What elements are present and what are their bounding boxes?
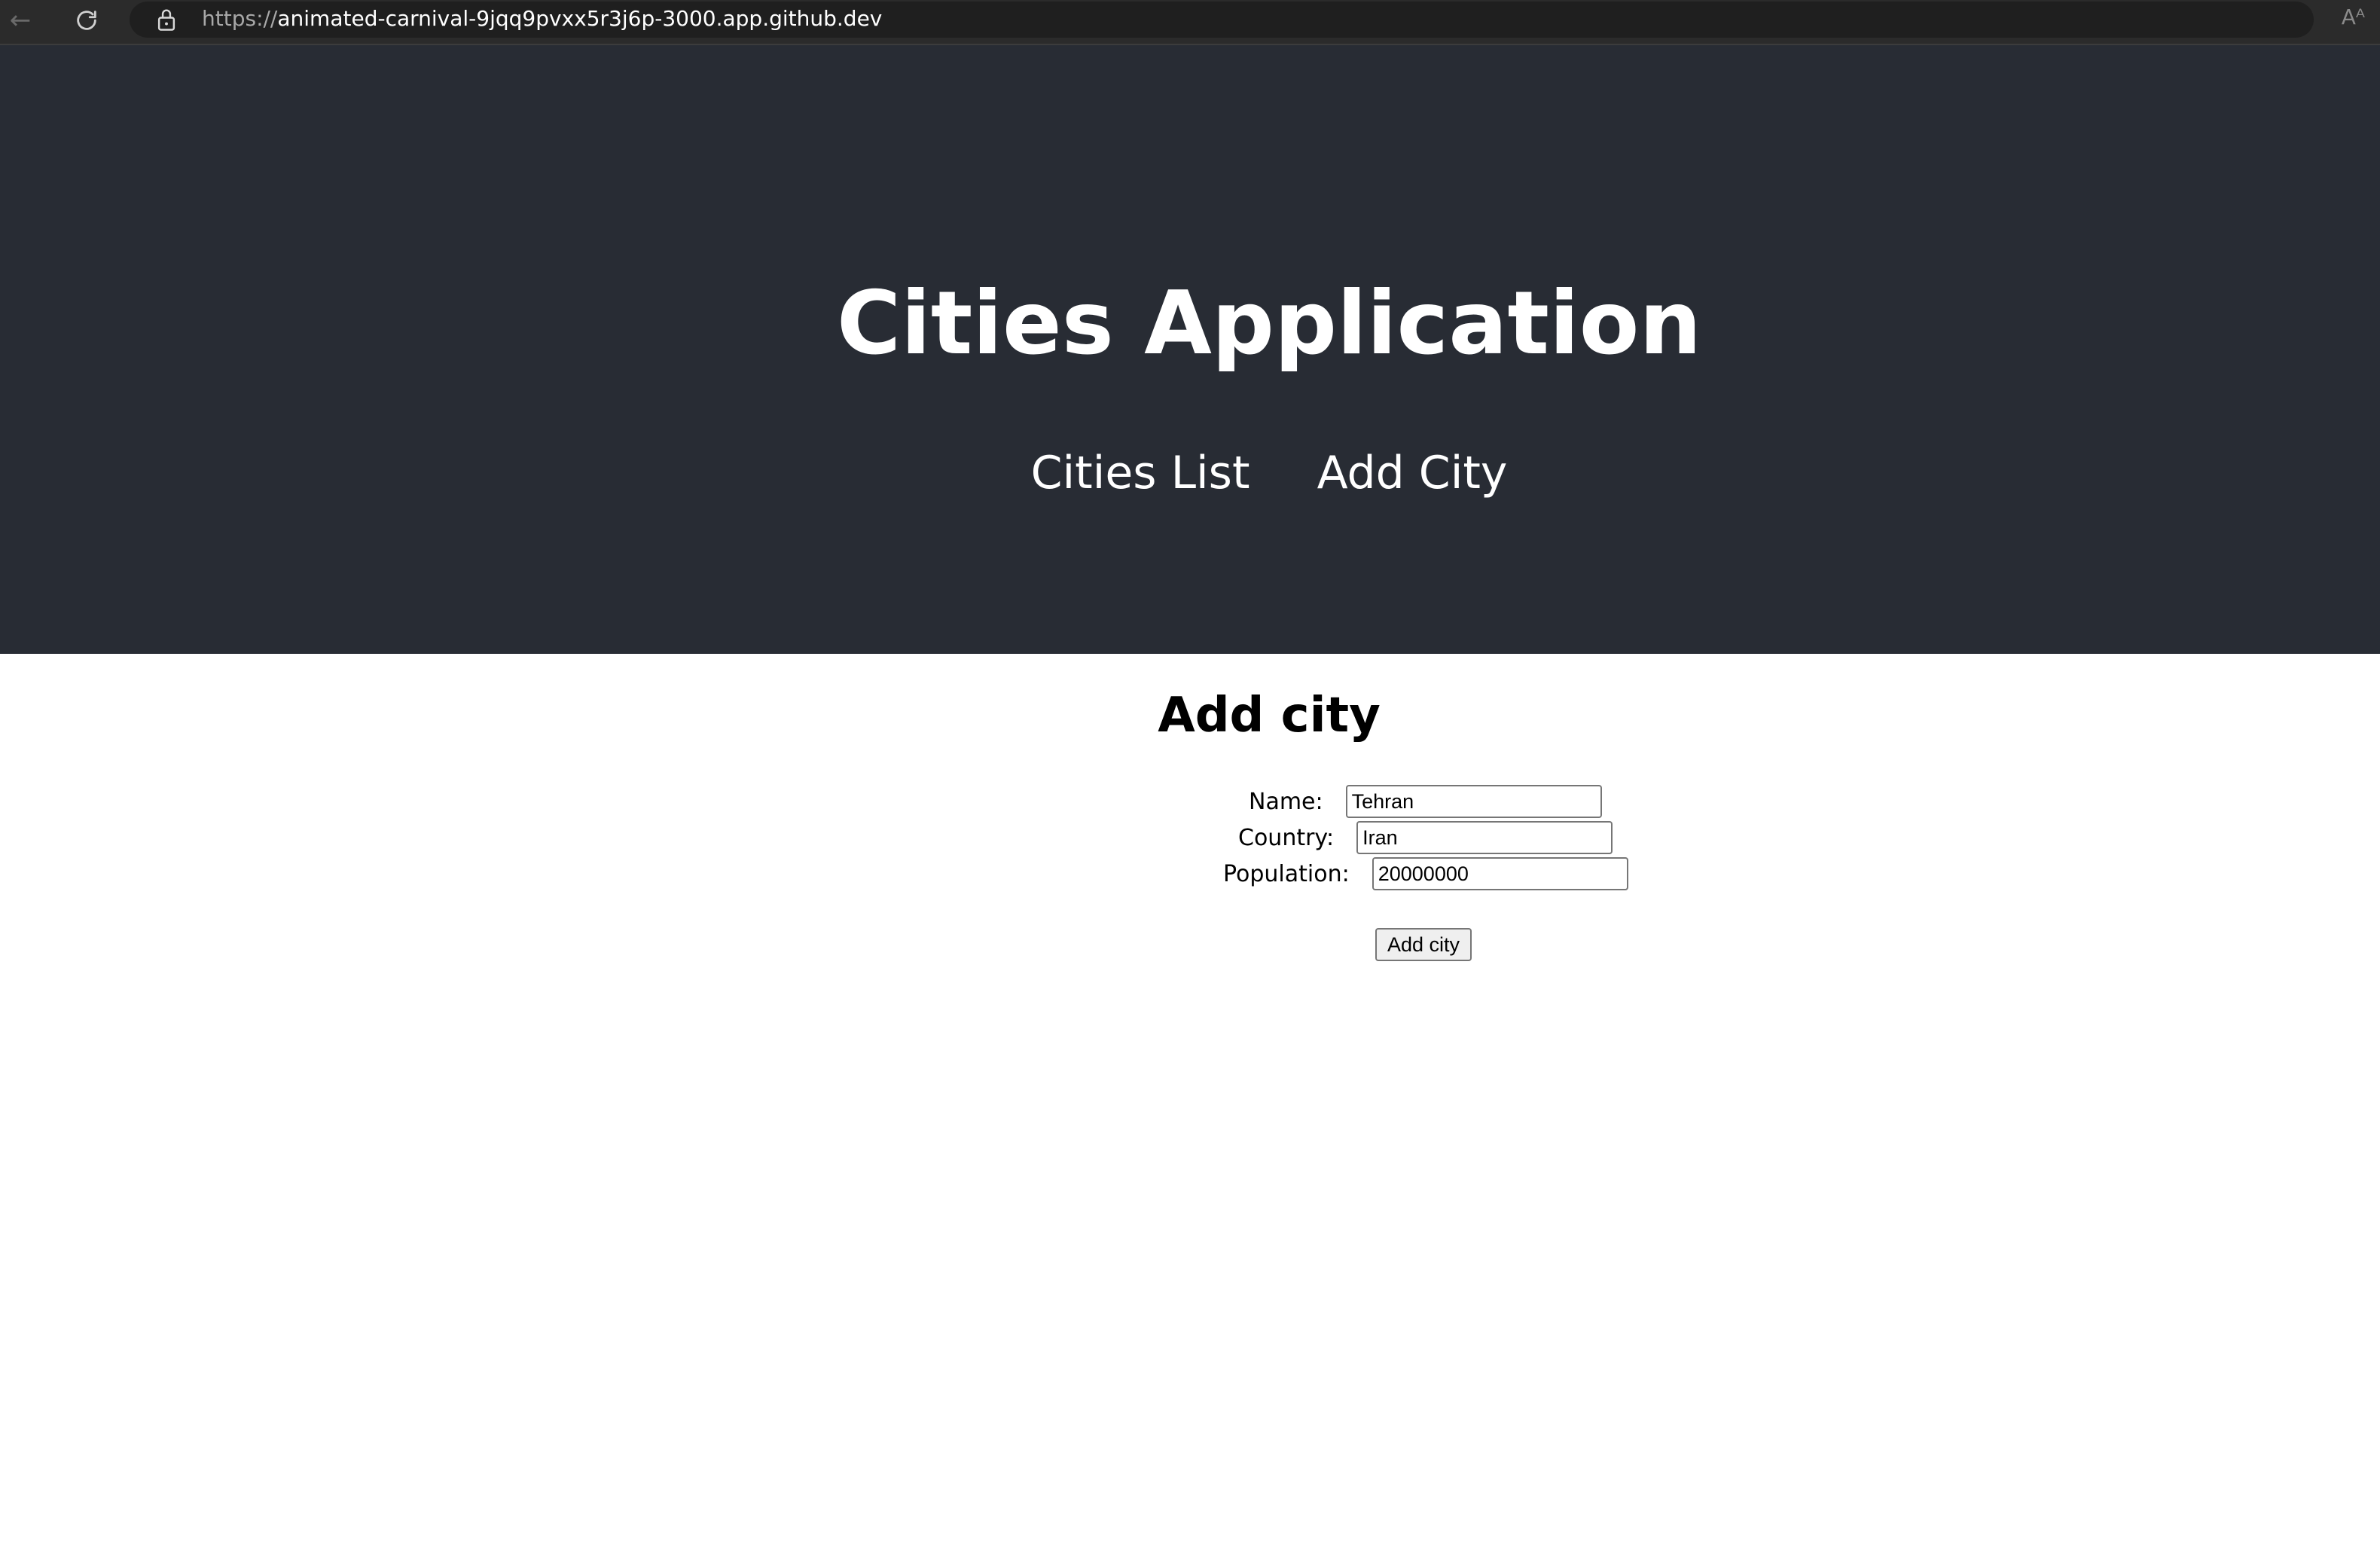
app-title: Cities Application — [836, 273, 1702, 374]
app-header: Cities Application Cities List Add City — [0, 45, 2380, 654]
url-scheme: https:// — [202, 6, 278, 31]
back-arrow-icon[interactable]: ← — [2, 3, 39, 38]
main-nav: Cities List Add City — [0, 443, 2380, 503]
browser-toolbar: ← https://animated-carnival-9jqq9pvxx5r3… — [0, 0, 2380, 45]
name-input[interactable] — [1345, 785, 1602, 818]
population-label: Population: — [1223, 860, 1350, 887]
reload-icon[interactable] — [68, 3, 105, 38]
nav-link-cities-list[interactable]: Cities List — [1031, 443, 1250, 503]
population-input[interactable] — [1372, 857, 1628, 890]
lock-icon[interactable] — [155, 8, 178, 32]
url-host: animated-carnival-9jqq9pvxx5r3j6p-3000.a… — [277, 6, 883, 31]
nav-link-add-city[interactable]: Add City — [1317, 443, 1508, 503]
form-heading: Add city — [1158, 688, 1381, 743]
read-aloud-icon[interactable]: Aᴬ — [2342, 5, 2365, 29]
name-label: Name: — [1249, 788, 1323, 815]
country-label: Country: — [1238, 824, 1335, 851]
add-city-button[interactable]: Add city — [1375, 928, 1472, 961]
population-row: Population: — [1223, 857, 1628, 890]
country-row: Country: — [1238, 821, 1613, 854]
address-bar[interactable]: https://animated-carnival-9jqq9pvxx5r3j6… — [130, 2, 2314, 38]
main-content: Add city Name: Country: Population: Add … — [0, 654, 2380, 1560]
url-text[interactable]: https://animated-carnival-9jqq9pvxx5r3j6… — [202, 2, 882, 38]
country-input[interactable] — [1356, 821, 1613, 854]
name-row: Name: — [1249, 785, 1602, 818]
